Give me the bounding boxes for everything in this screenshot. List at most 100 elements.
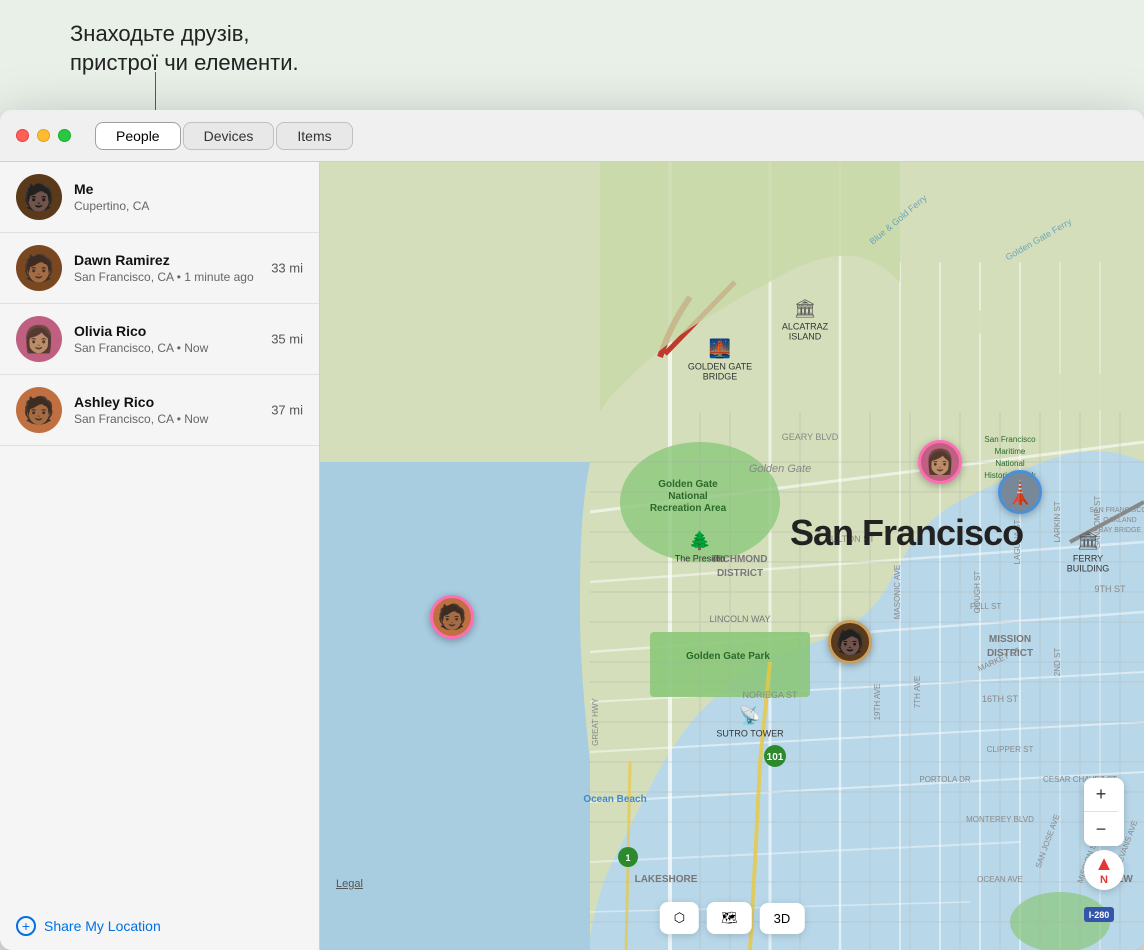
close-button[interactable] bbox=[16, 129, 29, 142]
compass-n-label: N bbox=[1100, 874, 1108, 886]
svg-text:MISSION: MISSION bbox=[989, 634, 1031, 645]
landmark-sutro: 📡 SUTRO TOWER bbox=[716, 706, 783, 739]
svg-text:I-280: I-280 bbox=[1089, 910, 1110, 920]
tab-people[interactable]: People bbox=[95, 122, 181, 150]
landmark-presidio: 🌲 The Presidio bbox=[675, 531, 726, 564]
alcatraz-icon: 🏛 bbox=[782, 299, 828, 320]
svg-text:MASONIC AVE: MASONIC AVE bbox=[893, 565, 902, 620]
map-pin-ashley[interactable]: 🧑🏾 bbox=[430, 595, 474, 639]
pin-avatar-ashley: 🧑🏾 bbox=[430, 595, 474, 639]
landmark-ferry: 🏛 FERRYBUILDING bbox=[1067, 531, 1110, 574]
avatar-ashley: 🧑🏾 bbox=[16, 387, 62, 433]
location-arrow-icon: ⬡ bbox=[674, 910, 685, 926]
3d-label: 3D bbox=[774, 911, 791, 926]
map-icon: 🗺 bbox=[721, 910, 738, 926]
pin-avatar-olivia: 👩🏽 bbox=[918, 440, 962, 484]
svg-text:7TH AVE: 7TH AVE bbox=[913, 676, 922, 708]
svg-text:2ND ST: 2ND ST bbox=[1053, 648, 1062, 677]
person-info-ashley: Ashley Rico San Francisco, CA • Now bbox=[74, 394, 303, 426]
tooltip-text: Знаходьте друзів,пристрої чи елементи. bbox=[20, 12, 299, 77]
svg-text:OAKLAND: OAKLAND bbox=[1103, 517, 1136, 524]
svg-text:PORTOLA DR: PORTOLA DR bbox=[919, 775, 971, 784]
svg-text:LAKESHORE: LAKESHORE bbox=[635, 874, 698, 885]
svg-text:16TH ST: 16TH ST bbox=[982, 694, 1019, 704]
svg-text:DISTRICT: DISTRICT bbox=[717, 568, 763, 579]
person-name-me: Me bbox=[74, 181, 303, 197]
svg-text:Ocean Beach: Ocean Beach bbox=[583, 794, 646, 805]
plus-circle-icon: + bbox=[16, 916, 36, 936]
minimize-button[interactable] bbox=[37, 129, 50, 142]
person-location-dawn: San Francisco, CA • 1 minute ago bbox=[74, 270, 303, 284]
map-pin-olivia[interactable]: 👩🏽 bbox=[918, 440, 962, 484]
list-item-me[interactable]: 🧑🏿 Me Cupertino, CA bbox=[0, 162, 319, 233]
map-bottom-bar: ⬡ 🗺 3D bbox=[660, 902, 805, 934]
svg-text:GEARY BLVD: GEARY BLVD bbox=[782, 432, 839, 442]
svg-text:GREAT HWY: GREAT HWY bbox=[591, 697, 600, 745]
map-controls: + − ▲ N bbox=[1084, 778, 1124, 890]
list-item-olivia[interactable]: 👩🏽 Olivia Rico San Francisco, CA • Now 3… bbox=[0, 304, 319, 375]
svg-text:9TH ST: 9TH ST bbox=[1094, 584, 1126, 594]
svg-text:19TH AVE: 19TH AVE bbox=[873, 684, 882, 721]
tab-items[interactable]: Items bbox=[276, 122, 352, 150]
svg-text:San Francisco: San Francisco bbox=[984, 435, 1036, 444]
share-location-label: Share My Location bbox=[44, 918, 161, 934]
legal-link[interactable]: Legal bbox=[336, 878, 363, 890]
svg-text:National: National bbox=[668, 491, 708, 502]
pin-avatar-dawn: 🧑🏿 bbox=[828, 620, 872, 664]
list-item-dawn[interactable]: 🧑🏾 Dawn Ramirez San Francisco, CA • 1 mi… bbox=[0, 233, 319, 304]
map-pin-ferry-person[interactable]: 🗼 bbox=[998, 470, 1042, 514]
compass-arrow-icon: ▲ bbox=[1094, 854, 1114, 874]
person-name-olivia: Olivia Rico bbox=[74, 323, 303, 339]
zoom-in-button[interactable]: + bbox=[1084, 778, 1118, 812]
pin-avatar-ferry: 🗼 bbox=[998, 470, 1042, 514]
titlebar: People Devices Items bbox=[0, 110, 1144, 162]
ferry-label: FERRYBUILDING bbox=[1067, 554, 1110, 574]
compass[interactable]: ▲ N bbox=[1084, 850, 1124, 890]
person-name-ashley: Ashley Rico bbox=[74, 394, 303, 410]
traffic-lights bbox=[16, 129, 71, 142]
share-location-button[interactable]: + Share My Location bbox=[0, 902, 319, 950]
person-info-olivia: Olivia Rico San Francisco, CA • Now bbox=[74, 323, 303, 355]
sidebar-spacer bbox=[0, 446, 319, 902]
svg-text:Recreation Area: Recreation Area bbox=[650, 503, 727, 514]
map-pin-dawn[interactable]: 🧑🏿 bbox=[828, 620, 872, 664]
svg-text:101: 101 bbox=[767, 752, 784, 763]
person-location-olivia: San Francisco, CA • Now bbox=[74, 341, 303, 355]
presidio-icon: 🌲 bbox=[675, 531, 726, 552]
tab-bar: People Devices Items bbox=[95, 122, 353, 150]
svg-text:Golden Gate: Golden Gate bbox=[658, 479, 718, 490]
map-view-button[interactable]: 🗺 bbox=[707, 902, 752, 934]
3d-button[interactable]: 3D bbox=[760, 903, 805, 934]
svg-text:NORIEGA ST: NORIEGA ST bbox=[742, 690, 798, 700]
golden-gate-label: GOLDEN GATEBRIDGE bbox=[688, 362, 752, 382]
tooltip-area: Знаходьте друзів,пристрої чи елементи. bbox=[0, 0, 320, 110]
svg-text:CLIPPER ST: CLIPPER ST bbox=[987, 745, 1034, 754]
landmark-golden-gate: 🌉 GOLDEN GATEBRIDGE bbox=[688, 339, 752, 382]
svg-text:OCEAN AVE: OCEAN AVE bbox=[977, 875, 1023, 884]
golden-gate-icon: 🌉 bbox=[688, 339, 752, 360]
landmark-alcatraz: 🏛 ALCATRAZISLAND bbox=[782, 299, 828, 342]
sutro-label: SUTRO TOWER bbox=[716, 729, 783, 739]
map-svg: Blue & Gold Ferry Golden Gate Ferry Gold… bbox=[320, 162, 1144, 950]
svg-text:1: 1 bbox=[625, 853, 630, 863]
zoom-out-button[interactable]: − bbox=[1084, 812, 1118, 846]
person-location-me: Cupertino, CA bbox=[74, 199, 303, 213]
svg-text:LINCOLN WAY: LINCOLN WAY bbox=[709, 614, 770, 624]
avatar-dawn: 🧑🏾 bbox=[16, 245, 62, 291]
tooltip-line bbox=[155, 72, 156, 110]
location-button[interactable]: ⬡ bbox=[660, 902, 699, 934]
content-area: 🧑🏿 Me Cupertino, CA 🧑🏾 Dawn Ramirez San … bbox=[0, 162, 1144, 950]
zoom-controls: + − bbox=[1084, 778, 1124, 846]
ferry-icon: 🏛 bbox=[1067, 531, 1110, 552]
tab-devices[interactable]: Devices bbox=[183, 122, 275, 150]
avatar-me: 🧑🏿 bbox=[16, 174, 62, 220]
svg-text:MONTEREY BLVD: MONTEREY BLVD bbox=[966, 815, 1034, 824]
svg-text:National: National bbox=[995, 459, 1025, 468]
svg-text:Maritime: Maritime bbox=[995, 447, 1026, 456]
presidio-label: The Presidio bbox=[675, 554, 726, 564]
person-location-ashley: San Francisco, CA • Now bbox=[74, 412, 303, 426]
person-distance-dawn: 33 mi bbox=[271, 261, 303, 276]
maximize-button[interactable] bbox=[58, 129, 71, 142]
list-item-ashley[interactable]: 🧑🏾 Ashley Rico San Francisco, CA • Now 3… bbox=[0, 375, 319, 446]
map-area[interactable]: Blue & Gold Ferry Golden Gate Ferry Gold… bbox=[320, 162, 1144, 950]
